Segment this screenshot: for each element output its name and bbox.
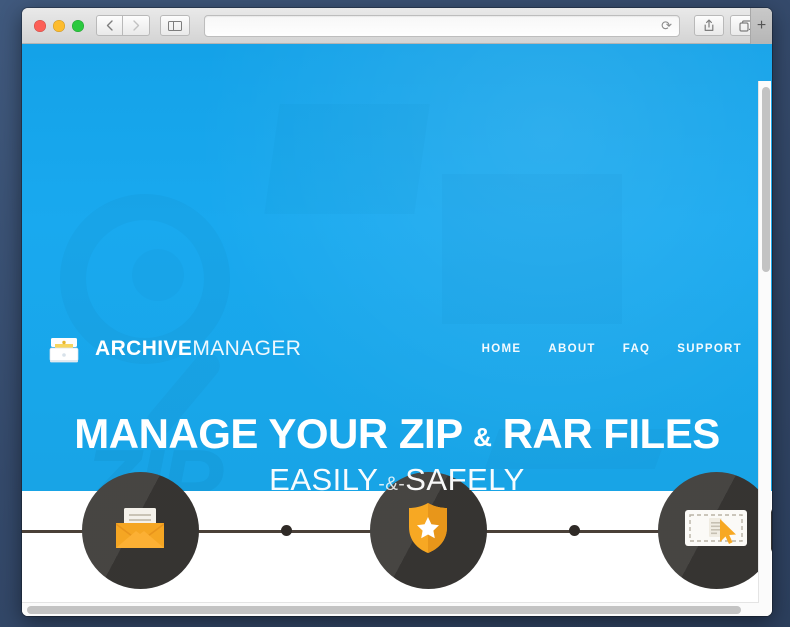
hero-headline-part-2: RAR FILES	[502, 410, 721, 457]
envelope-icon	[112, 503, 168, 558]
watermark-shape-1	[264, 104, 430, 214]
site-logo[interactable]: ARCHIVEMANAGER	[44, 329, 301, 369]
minimize-window-button[interactable]	[53, 19, 65, 32]
share-icon	[704, 19, 714, 31]
zoom-window-button[interactable]	[72, 19, 84, 32]
feature-connector-node-2	[569, 525, 580, 536]
watermark-dot	[132, 249, 184, 301]
navigation-buttons	[96, 15, 150, 36]
sidebar-toggle-icon	[168, 20, 182, 31]
hero-headline-ampersand: &	[473, 422, 492, 452]
feature-connector-node-1	[281, 525, 292, 536]
drag-select-icon	[684, 506, 748, 555]
sidebar-toggle-button[interactable]	[160, 15, 190, 36]
window-controls	[34, 19, 84, 32]
back-button[interactable]	[96, 15, 123, 36]
page-viewport: ZIP ARCHIVEMANAGER HOME ABOUT FAQ SUPPOR…	[22, 44, 772, 616]
reload-icon[interactable]: ⟳	[661, 19, 672, 32]
browser-window: ⟳ + ZIP ARCHIVEMANAGER HOME ABOUT FAQ SU…	[22, 8, 772, 616]
nav-item-faq[interactable]: FAQ	[623, 343, 651, 355]
nav-item-home[interactable]: HOME	[482, 343, 522, 355]
close-window-button[interactable]	[34, 19, 46, 32]
chevron-right-icon	[132, 20, 139, 31]
vertical-scrollbar-thumb[interactable]	[762, 87, 770, 272]
chevron-left-icon	[106, 20, 113, 31]
hero-content: MANAGE YOUR ZIP & RAR FILES EASILY-&-SAF…	[22, 384, 772, 491]
address-bar[interactable]: ⟳	[204, 14, 680, 37]
browser-toolbar: ⟳ +	[22, 8, 772, 44]
share-button[interactable]	[694, 15, 724, 36]
forward-button[interactable]	[123, 15, 150, 36]
logo-bold-text: ARCHIVE	[95, 337, 193, 360]
hero-section: ZIP ARCHIVEMANAGER HOME ABOUT FAQ SUPPOR…	[22, 44, 772, 491]
hero-headline: MANAGE YOUR ZIP & RAR FILES	[22, 410, 772, 457]
hero-subheadline-separator: -&-	[378, 474, 406, 491]
main-navigation: HOME ABOUT FAQ SUPPORT	[482, 343, 742, 355]
shield-star-icon	[404, 501, 452, 560]
logo-text: ARCHIVEMANAGER	[95, 337, 301, 361]
nav-item-support[interactable]: SUPPORT	[677, 343, 742, 355]
logo-light-text: MANAGER	[192, 337, 302, 360]
hero-subheadline-right: SAFELY	[405, 462, 525, 491]
hero-subheadline-left: EASILY	[269, 462, 379, 491]
horizontal-scrollbar[interactable]	[22, 602, 759, 616]
nav-item-about[interactable]: ABOUT	[548, 343, 595, 355]
site-header: ARCHIVEMANAGER HOME ABOUT FAQ SUPPORT	[22, 314, 772, 384]
new-tab-button[interactable]: +	[750, 8, 772, 44]
horizontal-scrollbar-thumb[interactable]	[27, 606, 741, 614]
hero-subheadline: EASILY-&-SAFELY	[22, 462, 772, 491]
archive-box-icon	[44, 329, 84, 369]
hero-headline-part-1: MANAGE YOUR ZIP	[74, 410, 462, 457]
watermark-shape-2	[442, 174, 622, 324]
new-tab-label: +	[756, 17, 767, 34]
